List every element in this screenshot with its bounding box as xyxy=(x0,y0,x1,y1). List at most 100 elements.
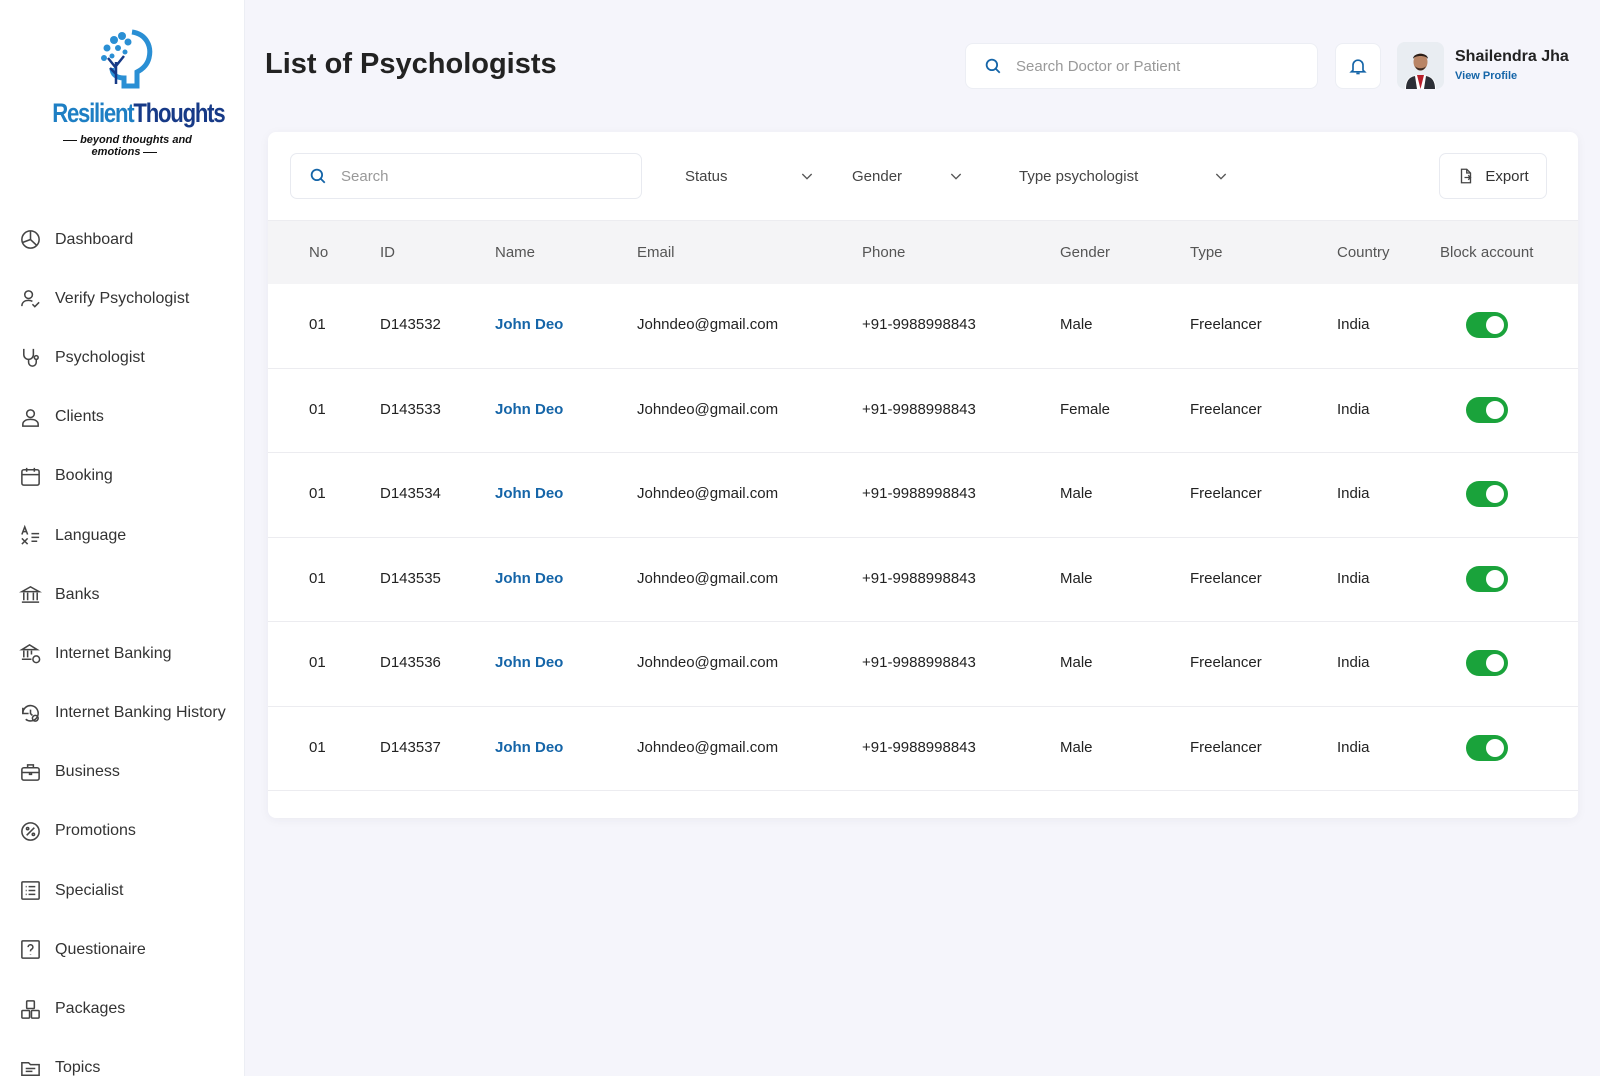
global-search[interactable] xyxy=(965,43,1318,89)
sidebar-item-dashboard[interactable]: Dashboard xyxy=(0,210,244,269)
sidebar-item-banks[interactable]: Banks xyxy=(0,565,244,624)
cell-phone: +91-9988998843 xyxy=(862,485,976,502)
cell-name[interactable]: John Deo xyxy=(495,316,563,333)
brand-name-part1: Resilient xyxy=(52,98,134,128)
cell-name[interactable]: John Deo xyxy=(495,739,563,756)
calendar-icon xyxy=(18,464,42,488)
sidebar-item-psychologist[interactable]: Psychologist xyxy=(0,328,244,387)
cell-id: D143536 xyxy=(380,654,441,671)
table-row: 01 D143535 John Deo Johndeo@gmail.com +91-99… xyxy=(268,537,1578,622)
block-account-toggle[interactable] xyxy=(1466,565,1508,592)
cell-type: Freelancer xyxy=(1190,738,1262,756)
cell-name[interactable]: John Deo xyxy=(495,654,563,671)
percent-badge-icon xyxy=(18,819,42,843)
brand-name: ResilientThoughts xyxy=(52,98,225,129)
view-profile-link[interactable]: View Profile xyxy=(1455,70,1517,82)
table-row: 01 D143532 John Deo Johndeo@gmail.com +91-99… xyxy=(268,284,1578,369)
sidebar-item-questionaire[interactable]: Questionaire xyxy=(0,920,244,979)
cell-email: Johndeo@gmail.com xyxy=(637,738,779,756)
cell-country: India xyxy=(1337,400,1370,418)
export-file-icon xyxy=(1461,168,1472,184)
psychologists-card: Status Gender Type psychologist Export N… xyxy=(268,132,1578,818)
user-avatar-icon xyxy=(1397,42,1444,89)
type-filter-label: Type psychologist xyxy=(1019,167,1139,185)
cell-type: Freelancer xyxy=(1190,569,1262,587)
cell-gender: Male xyxy=(1060,316,1093,333)
folder-list-icon xyxy=(18,1056,42,1076)
avatar[interactable] xyxy=(1397,42,1444,89)
sidebar-item-language[interactable]: Language xyxy=(0,506,244,565)
sidebar-item-topics[interactable]: Topics xyxy=(0,1039,244,1076)
cell-no: 01 xyxy=(309,400,326,418)
status-filter-dropdown[interactable]: Status xyxy=(685,162,815,190)
column-header-type: Type xyxy=(1190,244,1223,261)
chevron-down-icon xyxy=(950,173,962,180)
block-account-toggle[interactable] xyxy=(1466,650,1508,676)
column-header-gender: Gender xyxy=(1060,244,1111,261)
cell-name[interactable]: John Deo xyxy=(495,485,563,502)
table-search[interactable] xyxy=(290,153,642,199)
cell-id: D143537 xyxy=(380,738,441,756)
table-row: 01 D143536 John Deo Johndeo@gmail.com +91-99… xyxy=(268,622,1578,707)
cell-id: D143535 xyxy=(380,569,441,587)
block-account-toggle[interactable] xyxy=(1466,734,1508,761)
notifications-button[interactable] xyxy=(1335,43,1381,89)
cell-phone: +91-9988998843 xyxy=(862,738,976,756)
sidebar-item-label: Internet Banking xyxy=(55,644,172,662)
user-icon xyxy=(18,405,42,429)
cell-gender: Male xyxy=(1060,485,1093,502)
column-header-email: Email xyxy=(637,244,675,261)
question-square-icon xyxy=(18,938,42,962)
sidebar-item-booking[interactable]: Booking xyxy=(0,447,244,506)
sidebar-item-label: Verify Psychologist xyxy=(55,289,190,307)
cell-email: Johndeo@gmail.com xyxy=(637,569,779,587)
sidebar-item-internet-banking-history[interactable]: Internet Banking History xyxy=(0,684,244,743)
type-filter-dropdown[interactable]: Type psychologist xyxy=(1019,162,1229,190)
cell-name[interactable]: John Deo xyxy=(495,570,563,587)
gender-filter-dropdown[interactable]: Gender xyxy=(852,162,964,190)
sidebar-item-packages[interactable]: Packages xyxy=(0,979,244,1038)
sidebar-item-clients[interactable]: Clients xyxy=(0,388,244,447)
cell-type: Freelancer xyxy=(1190,485,1262,502)
chevron-down-icon xyxy=(1215,173,1227,180)
sidebar-item-specialist[interactable]: Specialist xyxy=(0,861,244,920)
brand-logo[interactable]: ResilientThoughts beyond thoughts and em… xyxy=(36,28,226,158)
global-search-input[interactable] xyxy=(1016,57,1306,75)
boxes-icon xyxy=(18,997,42,1021)
block-account-toggle[interactable] xyxy=(1466,481,1508,507)
list-icon xyxy=(18,879,42,903)
sidebar-item-verify-psychologist[interactable]: Verify Psychologist xyxy=(0,269,244,328)
table-search-input[interactable] xyxy=(341,167,631,185)
head-tree-logo-icon xyxy=(101,29,153,89)
block-account-toggle[interactable] xyxy=(1466,396,1508,423)
sidebar-item-label: Questionaire xyxy=(55,940,146,958)
sidebar-item-business[interactable]: Business xyxy=(0,743,244,802)
cell-country: India xyxy=(1337,316,1370,333)
cell-name[interactable]: John Deo xyxy=(495,401,563,418)
export-button[interactable]: Export xyxy=(1439,153,1547,199)
sidebar-item-label: Specialist xyxy=(55,881,124,899)
search-icon xyxy=(985,58,1001,74)
cell-email: Johndeo@gmail.com xyxy=(637,400,779,418)
sidebar-item-label: Clients xyxy=(55,408,104,426)
sidebar-item-label: Topics xyxy=(55,1059,101,1076)
cell-phone: +91-9988998843 xyxy=(862,569,976,587)
column-header-name: Name xyxy=(495,244,536,261)
sidebar-item-promotions[interactable]: Promotions xyxy=(0,802,244,861)
cell-no: 01 xyxy=(309,654,326,671)
sidebar: ResilientThoughts beyond thoughts and em… xyxy=(0,0,245,1076)
export-label: Export xyxy=(1485,167,1529,185)
block-account-toggle[interactable] xyxy=(1466,312,1508,338)
brand-tagline: beyond thoughts and emotions xyxy=(36,134,216,158)
sidebar-item-internet-banking[interactable]: Internet Banking xyxy=(0,624,244,683)
column-header-country: Country xyxy=(1337,244,1390,261)
sidebar-nav: Dashboard Verify Psychologist Psychologi… xyxy=(0,210,244,1076)
sidebar-item-label: Psychologist xyxy=(55,348,145,366)
cell-country: India xyxy=(1337,738,1370,756)
sidebar-item-label: Banks xyxy=(55,585,100,603)
column-header-id: ID xyxy=(380,244,395,261)
cell-country: India xyxy=(1337,485,1370,502)
page-title: List of Psychologists xyxy=(265,48,557,80)
column-header-no: No xyxy=(309,244,329,261)
sidebar-item-label: Packages xyxy=(55,1000,126,1018)
